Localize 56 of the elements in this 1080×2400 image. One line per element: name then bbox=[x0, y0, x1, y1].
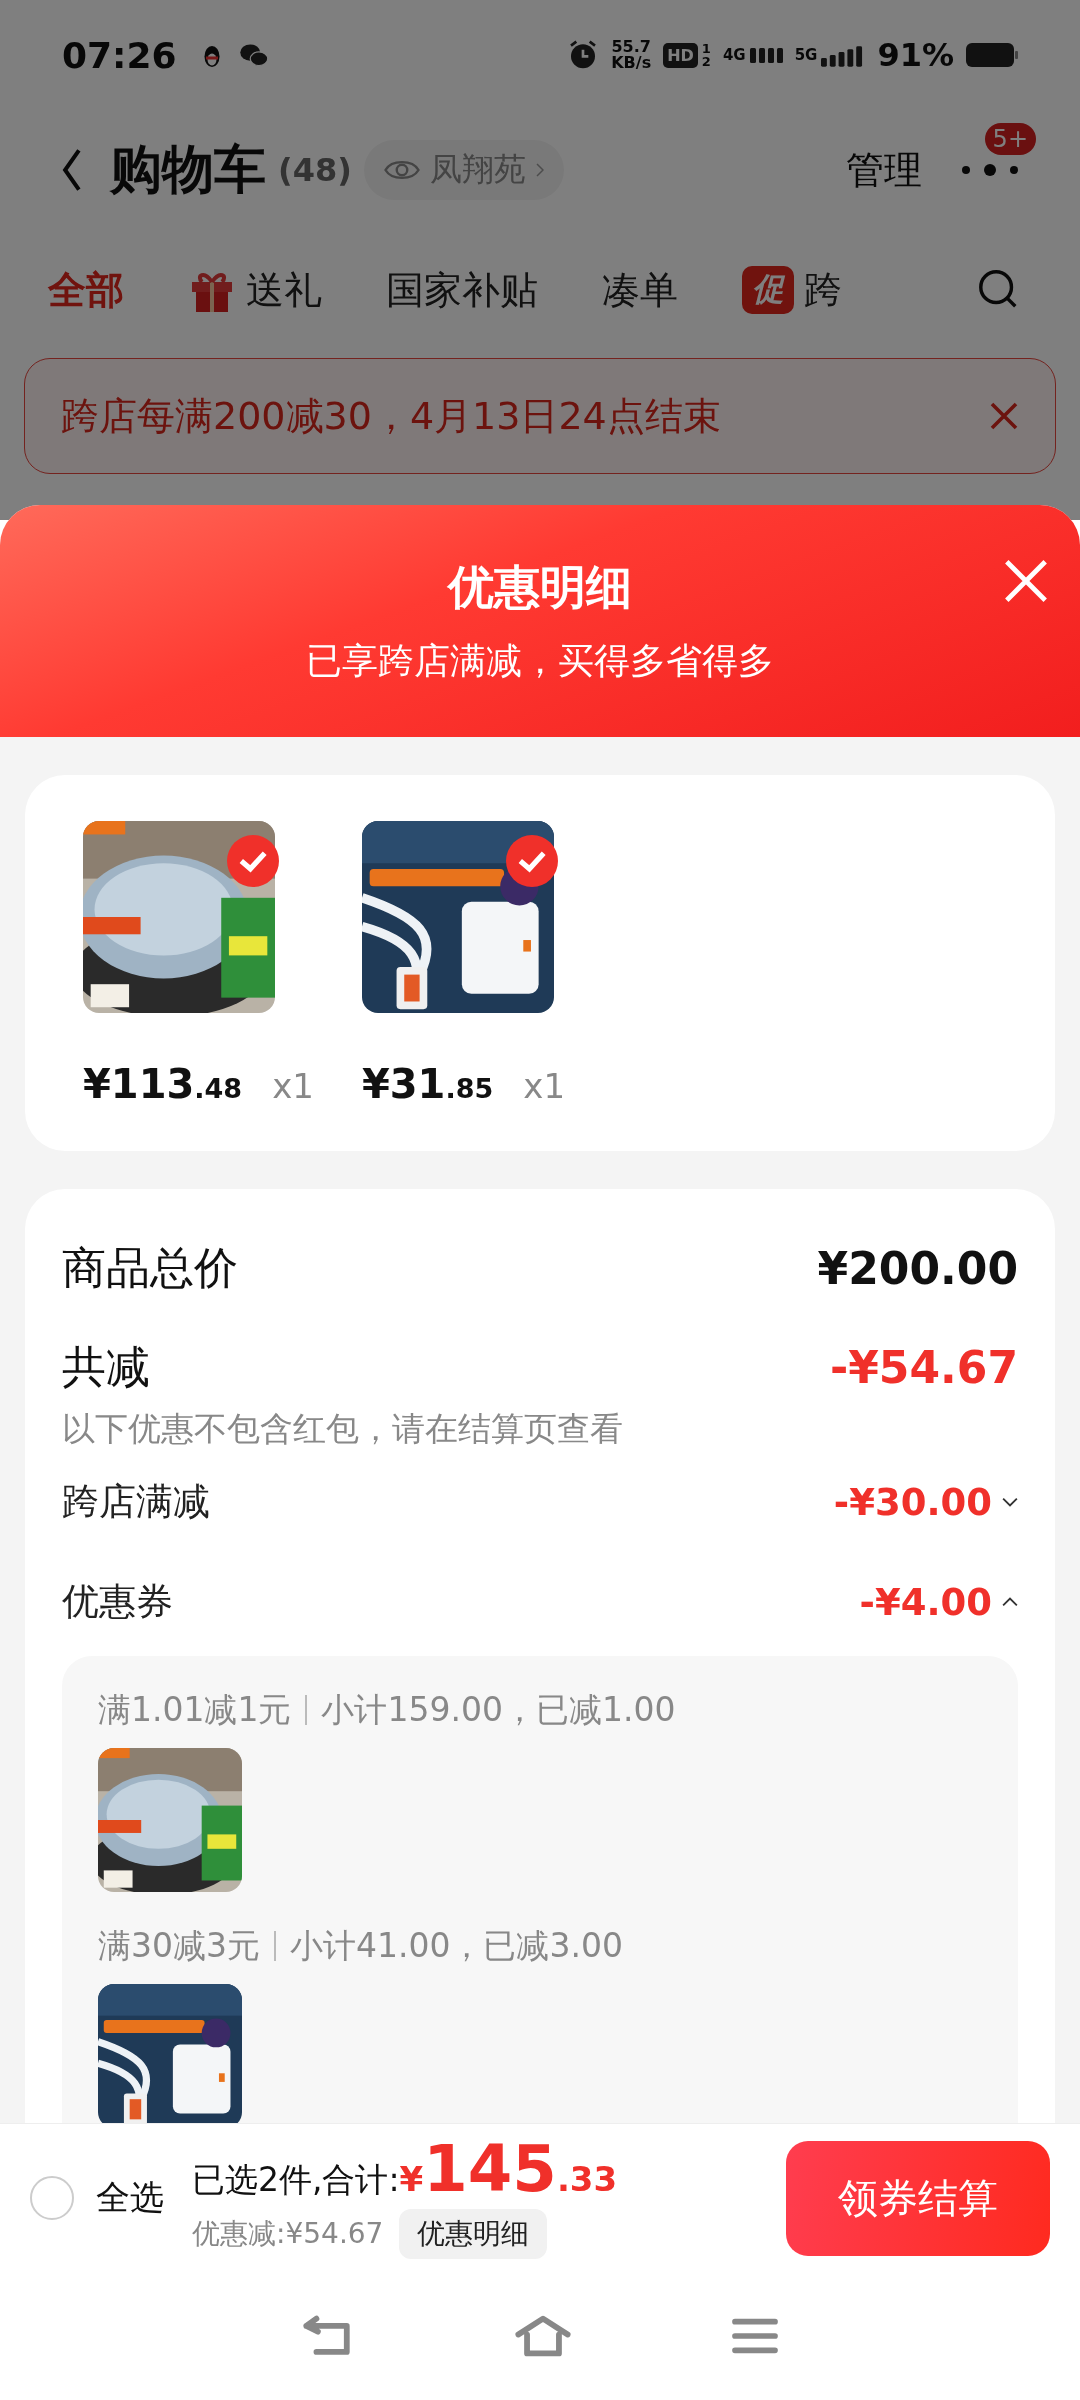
discount-row[interactable]: 跨店满减 -¥30.00 bbox=[62, 1452, 1018, 1552]
discount-note: 以下优惠不包含红包，请在结算页查看 bbox=[62, 1408, 624, 1450]
discount-summary: 优惠减:¥54.67 bbox=[192, 2216, 384, 2252]
cart-count: (48) bbox=[278, 151, 352, 189]
battery-icon bbox=[966, 43, 1018, 67]
home-icon[interactable] bbox=[514, 2314, 572, 2358]
total-label: 商品总价 bbox=[62, 1241, 238, 1295]
chevron-icon bbox=[535, 163, 544, 177]
promo-text: 跨店每满200减30，4月13日24点结束 bbox=[61, 392, 721, 440]
coupon-detail: 小计159.00，已减1.00 bbox=[321, 1688, 676, 1731]
coupon-rule: 满30减3元 bbox=[98, 1924, 260, 1967]
network-type: 4G bbox=[722, 46, 746, 64]
menu-icon[interactable] bbox=[732, 2316, 778, 2356]
check-icon[interactable] bbox=[227, 835, 279, 887]
speed-unit: KB/s bbox=[611, 55, 652, 71]
sim-number: 1 bbox=[701, 42, 711, 55]
select-all-checkbox[interactable] bbox=[30, 2176, 74, 2220]
signal-icon bbox=[749, 47, 783, 63]
product-quantity: x1 bbox=[272, 1066, 314, 1106]
discount-label: 共减 bbox=[62, 1340, 150, 1394]
filter-tab[interactable]: 送礼 bbox=[188, 264, 322, 316]
checkout-button[interactable]: 领券结算 bbox=[786, 2140, 1050, 2256]
chat-icon bbox=[238, 42, 269, 68]
manage-button[interactable]: 管理 bbox=[846, 144, 922, 196]
promo-tag: 促 bbox=[742, 266, 794, 314]
product-price: ¥31.85 bbox=[361, 1061, 494, 1107]
filter-tab[interactable]: 全部 bbox=[48, 264, 124, 316]
page-title: 购物车 bbox=[110, 138, 266, 201]
filter-tab[interactable]: 促 跨 bbox=[742, 264, 842, 316]
eye-icon bbox=[383, 158, 420, 182]
sheet-subtitle: 已享跨店满减，买得多省得多 bbox=[306, 638, 774, 683]
sheet-title: 优惠明细 bbox=[448, 558, 632, 616]
total-value: ¥200.00 bbox=[817, 1243, 1018, 1294]
coupon-detail: 小计41.00，已减3.00 bbox=[290, 1924, 623, 1967]
battery-level: 91% bbox=[877, 36, 954, 74]
select-all-label: 全选 bbox=[96, 2176, 164, 2219]
more-icon[interactable] bbox=[960, 163, 1020, 177]
coupon-rule: 满1.01减1元 bbox=[98, 1688, 292, 1731]
discount-row[interactable]: 优惠券 -¥4.00 bbox=[62, 1552, 1018, 1652]
total-amount: ¥145.33 bbox=[399, 2137, 618, 2201]
network-speed: 55.7 bbox=[611, 39, 651, 55]
details-button[interactable]: 优惠明细 bbox=[399, 2209, 548, 2259]
close-icon[interactable] bbox=[1002, 557, 1050, 605]
product-quantity: x1 bbox=[523, 1066, 566, 1106]
hd-badge: HD bbox=[663, 42, 698, 68]
filter-tab[interactable]: 凑单 bbox=[602, 264, 678, 316]
status-time: 07:26 bbox=[62, 34, 177, 76]
network-type: 5G bbox=[794, 46, 818, 64]
close-icon[interactable] bbox=[989, 401, 1019, 431]
selected-summary: 已选2件,合计: bbox=[192, 2159, 400, 2201]
notification-badge: 5+ bbox=[984, 123, 1036, 155]
check-icon[interactable] bbox=[505, 835, 558, 887]
filter-tab[interactable]: 国家补贴 bbox=[386, 264, 538, 316]
product-price: ¥113.48 bbox=[83, 1061, 243, 1107]
discount-value: -¥54.67 bbox=[829, 1342, 1018, 1393]
sim-number: 2 bbox=[701, 55, 711, 68]
